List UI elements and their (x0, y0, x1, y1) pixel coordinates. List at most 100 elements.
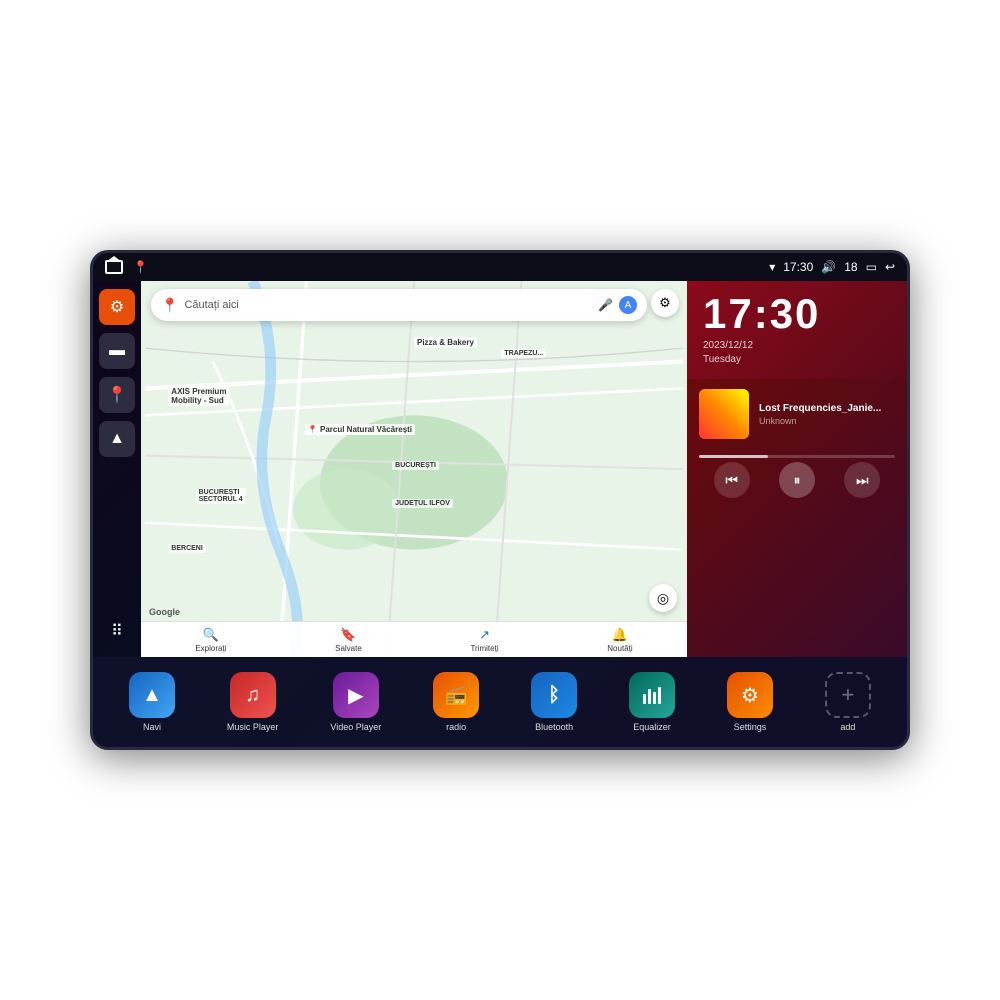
map-share-button[interactable]: ↗ Trimiteți (470, 627, 498, 653)
navi-icon: ▲ (129, 672, 175, 718)
place-label-trapezu: TRAPEZU... (501, 349, 546, 358)
video-player-label: Video Player (330, 722, 381, 732)
clock-day-value: Tuesday (703, 354, 741, 365)
map-icon: 📍 (107, 385, 127, 405)
news-icon: 🔔 (612, 627, 628, 643)
pause-button[interactable]: ⏸ (779, 462, 815, 498)
place-label-bucharest: BUCUREȘTI (392, 461, 439, 470)
map-explore-button[interactable]: 🔍 Explorați (195, 627, 226, 653)
files-icon: ▬ (109, 342, 125, 360)
location-icon: ◎ (657, 590, 669, 607)
music-widget: Lost Frequencies_Janie... Unknown ⏮ ⏸ (687, 379, 907, 657)
settings-app-icon: ⚙ (727, 672, 773, 718)
place-label-pizza: Pizza & Bakery (414, 337, 477, 348)
settings-label: Settings (734, 722, 767, 732)
map-search-bar[interactable]: 📍 Căutați aici 🎤 A (151, 289, 647, 321)
map-search-input[interactable]: Căutați aici (184, 299, 592, 311)
map-container[interactable]: 📍 Căutați aici 🎤 A ⚙ AXIS Premi (141, 281, 687, 657)
location-button[interactable]: ◎ (649, 584, 677, 612)
place-label-axis: AXIS PremiumMobility - Sud (168, 386, 229, 406)
previous-icon: ⏮ (725, 472, 738, 489)
previous-button[interactable]: ⏮ (714, 462, 750, 498)
next-icon: ⏭ (856, 472, 869, 489)
explore-label: Explorați (195, 644, 226, 653)
map-saved-button[interactable]: 🔖 Salvate (335, 627, 362, 653)
place-label-sector4: BUCUREȘTISECTORUL 4 (196, 488, 246, 504)
app-item-equalizer[interactable]: Equalizer (629, 672, 675, 732)
app-item-radio[interactable]: 📻 radio (433, 672, 479, 732)
app-item-add[interactable]: + add (825, 672, 871, 732)
equalizer-label: Equalizer (633, 722, 671, 732)
content-area: ⚙ ▬ 📍 ▲ ⠿ (93, 281, 907, 657)
place-label-berceni: BERCENI (168, 544, 206, 553)
sidebar-btn-files[interactable]: ▬ (99, 333, 135, 369)
next-button[interactable]: ⏭ (844, 462, 880, 498)
sidebar-btn-maps[interactable]: 📍 (99, 377, 135, 413)
map-background: 📍 Căutați aici 🎤 A ⚙ AXIS Premi (141, 281, 687, 657)
music-controls: ⏮ ⏸ ⏭ (699, 462, 895, 498)
bluetooth-icon: ᛒ (531, 672, 577, 718)
status-time: 17:30 (783, 260, 813, 274)
status-bar-left: 📍 (105, 260, 148, 274)
home-icon[interactable] (105, 260, 123, 274)
map-bottom-bar: 🔍 Explorați 🔖 Salvate ↗ Trimiteți (141, 621, 687, 657)
music-title: Lost Frequencies_Janie... (759, 403, 895, 414)
app-item-navi[interactable]: ▲ Navi (129, 672, 175, 732)
battery-icon: ▭ (866, 260, 877, 274)
sidebar-btn-navigation[interactable]: ▲ (99, 421, 135, 457)
explore-icon: 🔍 (203, 627, 219, 643)
right-panel: 17:30 2023/12/12 Tuesday Lost Frequencie… (687, 281, 907, 657)
status-bar-right: ▾ 17:30 🔊 18 ▭ ↩ (769, 260, 895, 274)
back-icon[interactable]: ↩ (885, 260, 895, 274)
share-icon: ↗ (479, 627, 490, 643)
radio-label: radio (446, 722, 466, 732)
progress-fill (699, 455, 768, 458)
map-pin-status-icon: 📍 (133, 260, 148, 274)
clock-widget: 17:30 2023/12/12 Tuesday (687, 281, 907, 379)
app-item-settings[interactable]: ⚙ Settings (727, 672, 773, 732)
place-label-park: 📍 Parcul Natural Văcărești (305, 424, 415, 435)
sidebar: ⚙ ▬ 📍 ▲ ⠿ (93, 281, 141, 657)
add-label: add (840, 722, 855, 732)
map-news-button[interactable]: 🔔 Noutăți (607, 627, 632, 653)
pause-icon: ⏸ (793, 472, 800, 489)
saved-label: Salvate (335, 644, 362, 653)
clock-date: 2023/12/12 Tuesday (703, 339, 891, 367)
navi-label: Navi (143, 722, 161, 732)
navigation-icon: ▲ (109, 430, 125, 448)
music-player-label: Music Player (227, 722, 279, 732)
app-item-bluetooth[interactable]: ᛒ Bluetooth (531, 672, 577, 732)
music-artist: Unknown (759, 416, 895, 426)
app-grid: ▲ Navi ♫ Music Player ▶ Video Player 📻 (93, 657, 907, 747)
account-icon[interactable]: A (619, 296, 637, 314)
app-item-video-player[interactable]: ▶ Video Player (330, 672, 381, 732)
google-maps-pin-icon: 📍 (161, 297, 178, 314)
progress-bar[interactable] (699, 455, 895, 458)
equalizer-icon (629, 672, 675, 718)
map-settings-button[interactable]: ⚙ (651, 289, 679, 317)
music-info: Lost Frequencies_Janie... Unknown (759, 403, 895, 426)
battery-level: 18 (844, 260, 857, 274)
settings-icon: ⚙ (110, 297, 124, 317)
music-top: Lost Frequencies_Janie... Unknown (699, 389, 895, 439)
radio-icon: 📻 (433, 672, 479, 718)
sidebar-btn-settings[interactable]: ⚙ (99, 289, 135, 325)
place-label-ilfov: JUDEȚUL ILFOV (392, 499, 453, 508)
mic-icon[interactable]: 🎤 (598, 298, 613, 312)
bluetooth-label: Bluetooth (535, 722, 573, 732)
google-logo: Google (149, 607, 180, 617)
sidebar-btn-grid[interactable]: ⠿ (99, 613, 135, 649)
album-art-image (699, 389, 749, 439)
device-shell: 📍 ▾ 17:30 🔊 18 ▭ ↩ ⚙ ▬ 📍 (90, 250, 910, 750)
clock-date-value: 2023/12/12 (703, 340, 753, 351)
add-icon: + (825, 672, 871, 718)
video-player-icon: ▶ (333, 672, 379, 718)
grid-icon: ⠿ (111, 621, 123, 641)
status-bar: 📍 ▾ 17:30 🔊 18 ▭ ↩ (93, 253, 907, 281)
middle-content: 📍 Căutați aici 🎤 A ⚙ AXIS Premi (141, 281, 687, 657)
map-settings-icon: ⚙ (659, 295, 671, 311)
volume-icon: 🔊 (821, 260, 836, 274)
share-label: Trimiteți (470, 644, 498, 653)
app-item-music-player[interactable]: ♫ Music Player (227, 672, 279, 732)
clock-time: 17:30 (703, 293, 891, 335)
